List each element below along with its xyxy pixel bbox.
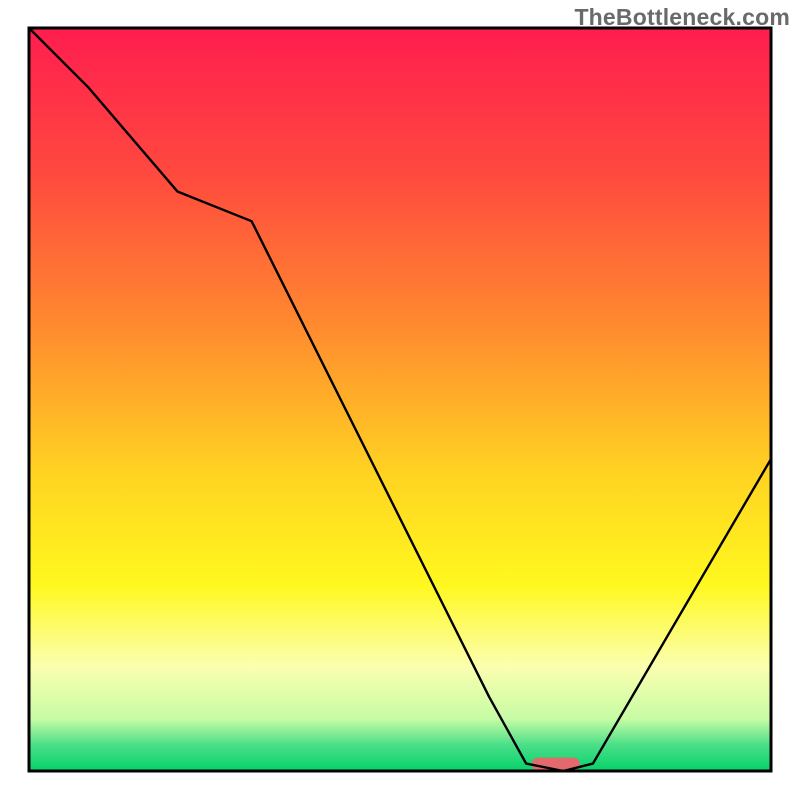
plot-background <box>29 28 771 771</box>
chart-frame: TheBottleneck.com <box>0 0 800 800</box>
watermark-text: TheBottleneck.com <box>574 4 790 31</box>
bottleneck-chart <box>0 0 800 800</box>
